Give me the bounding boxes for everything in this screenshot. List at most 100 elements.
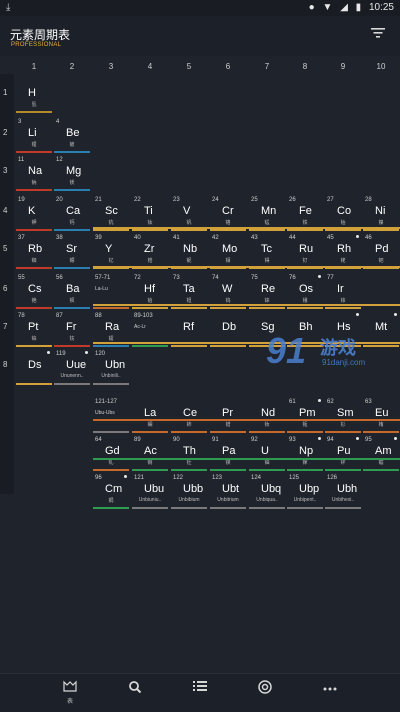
element-cell[interactable]: 45 Rh 铑 [325,234,361,270]
category-bar [132,345,168,347]
element-symbol: Cr [222,205,234,217]
nav-more[interactable] [310,680,350,708]
nav-list[interactable] [180,680,220,708]
element-symbol: Pa [222,445,236,457]
element-symbol: Th [183,445,196,457]
element-cell[interactable]: 3 Li 锂 [16,118,52,154]
element-cell[interactable]: 87 Fr 钫 [54,312,90,348]
element-name: 钚 [340,460,346,466]
element-cell[interactable]: 11 Na 钠 [16,156,52,192]
element-cell[interactable]: 38 Sr 锶 [54,234,90,270]
element-cell[interactable]: 43 Tc 锝 [249,234,285,270]
element-name: 镍 [378,220,384,226]
element-cell[interactable]: La 镧 [132,398,168,434]
element-cell[interactable]: 4 Be 铍 [54,118,90,154]
atomic-number: 88 [95,313,102,319]
filter-button[interactable] [370,27,386,43]
element-cell[interactable]: 61 Pm 钷 [287,398,323,434]
period-number: 2 [3,128,8,137]
element-name: 铑 [340,258,346,264]
element-cell[interactable]: 62 Sm 钐 [325,398,361,434]
category-bar [93,469,129,471]
element-cell[interactable]: 41 Nb 铌 [171,234,207,270]
atomic-number: 27 [327,197,334,203]
element-cell[interactable]: 19 K 钾 [16,196,52,232]
nav-compare[interactable] [245,680,285,708]
element-cell[interactable]: 78 Pt 铂 [16,312,52,348]
column-number: 8 [302,62,308,71]
category-bar [210,345,246,347]
element-cell[interactable]: 123 Ubt Unbitrium [210,474,246,510]
element-name: 钛 [147,220,153,226]
atomic-number: 56 [56,275,63,281]
column-number: 1 [31,62,37,71]
element-cell[interactable]: 39 Y 钇 [93,234,129,270]
element-cell[interactable]: 93 Np 镎 [287,436,323,472]
element-symbol: Fr [66,321,77,333]
app-title: 元素周期表 [10,28,71,42]
element-symbol: Ubp [299,483,320,495]
element-cell[interactable]: 124 Ubq Unbiqua.. [249,474,285,510]
category-bar [325,469,361,471]
element-cell[interactable]: 46 Pd 钯 [363,234,399,270]
element-cell[interactable]: 37 Rb 铷 [16,234,52,270]
element-cell[interactable]: 44 Ru 钌 [287,234,323,270]
category-bar [210,307,246,309]
element-cell[interactable]: 119 Uue Ununenn.. [54,350,90,386]
element-cell[interactable]: Nd 钕 [249,398,285,434]
element-cell[interactable]: 120 Ubn Unbinili.. [93,350,129,386]
element-cell[interactable]: 122 Ubb Unbibium [171,474,207,510]
element-cell[interactable]: 91 Pa 镤 [210,436,246,472]
element-symbol: Pu [337,445,351,457]
element-cell[interactable]: H氢 [16,78,52,114]
category-bar [325,307,361,309]
element-name: 锕 [147,460,153,466]
app-bar: 元素周期表 PROFESSIONAL [0,16,400,56]
element-cell[interactable]: 126 Ubh Unbihexi.. [325,474,361,510]
period-number: 6 [3,284,8,293]
element-cell[interactable]: 121-127 Ubu-Ubs [93,398,129,434]
element-cell[interactable]: 63 Eu 铕 [363,398,399,434]
element-name: 铌 [186,258,192,264]
atomic-number: 125 [289,475,300,481]
atomic-number: 124 [251,475,262,481]
element-cell[interactable]: 55 Cs 铯 [16,274,52,310]
element-cell[interactable]: 94 Pu 钚 [325,436,361,472]
element-cell[interactable]: 96 Cm 锔 [93,474,129,510]
signal-icon: ◢ [340,2,348,13]
element-cell[interactable]: 121 Ubu Unbiuniu.. [132,474,168,510]
element-cell[interactable]: 64 Gd 钆 [93,436,129,472]
element-name: Unbihexi.. [331,497,355,503]
element-symbol: Cm [105,483,123,495]
element-cell[interactable]: Ce 铈 [171,398,207,434]
element-cell[interactable]: 90 Th 钍 [171,436,207,472]
compare-icon [258,680,272,694]
atomic-number: 78 [18,313,25,319]
element-cell[interactable]: 40 Zr 锆 [132,234,168,270]
atomic-number: 61 [289,399,296,405]
column-number: 9 [340,62,346,71]
category-bar [210,431,246,433]
element-symbol: Be [66,127,80,139]
nav-search[interactable] [115,680,155,708]
column-number: 6 [225,62,231,71]
element-cell[interactable]: 89 Ac 锕 [132,436,168,472]
element-cell[interactable]: 56 Ba 钡 [54,274,90,310]
category-bar [249,469,285,471]
element-cell[interactable]: 12 Mg 镁 [54,156,90,192]
category-bar [363,431,399,433]
element-cell[interactable]: 95 Am 镅 [363,436,399,472]
element-symbol: Mn [261,205,277,217]
element-cell[interactable]: 42 Mo 钼 [210,234,246,270]
element-name: 铁 [302,220,308,226]
nav-table-label: 表 [66,699,73,705]
element-symbol: V [183,205,191,217]
element-cell[interactable]: 92 U 铀 [249,436,285,472]
element-cell[interactable]: 20 Ca 钙 [54,196,90,232]
nav-table[interactable]: 表 [50,680,90,708]
atomic-number: 25 [251,197,258,203]
category-bar [171,229,207,231]
element-cell[interactable]: 125 Ubp Unbipent.. [287,474,323,510]
element-cell[interactable]: Pr 镨 [210,398,246,434]
element-cell[interactable]: Ds [16,350,52,386]
